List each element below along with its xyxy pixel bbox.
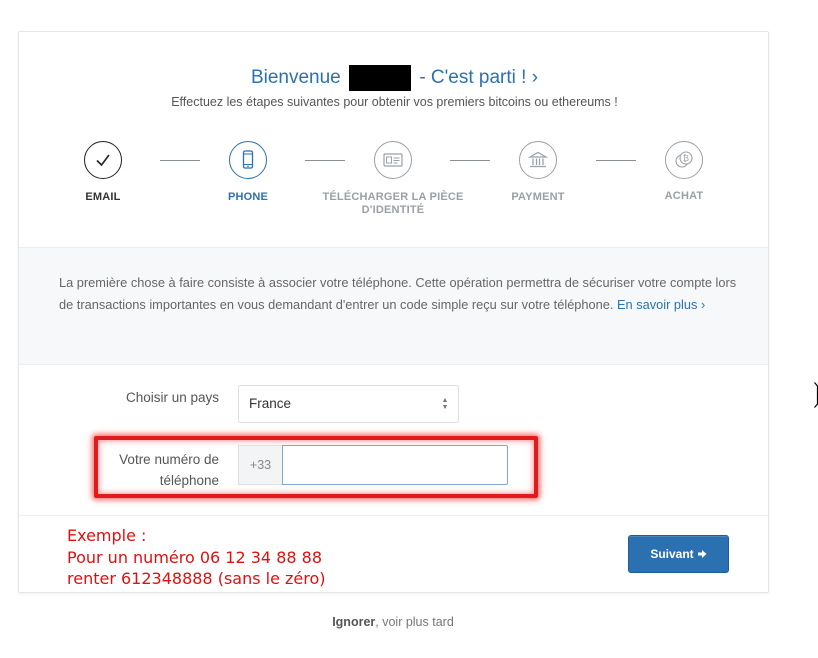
example-annotation-line1: Exemple : <box>67 526 147 545</box>
bank-icon <box>527 151 549 168</box>
step-connector <box>596 160 636 161</box>
id-card-icon <box>383 153 403 167</box>
step-id-upload-label-line1: TÉLÉCHARGER LA PIÈCE <box>322 191 464 203</box>
example-annotation-line3: renter 612348888 (sans le zéro) <box>67 569 326 588</box>
phone-label: Votre numéro de téléphone <box>91 449 219 491</box>
skip-link-bold: Ignorer <box>332 615 376 629</box>
learn-more-link[interactable]: En savoir plus › <box>617 297 705 312</box>
step-id-upload-label-line2: D'IDENTITÉ <box>361 204 425 216</box>
progress-steps: EMAIL PHONE TÉLÉCHARGER LA PIÈCE D'IDENT… <box>19 140 768 220</box>
phone-icon <box>242 150 254 169</box>
skip-link-rest: , voir plus tard <box>375 615 454 629</box>
step-email-label: EMAIL <box>85 191 121 203</box>
svg-text:₿: ₿ <box>683 154 689 163</box>
step-connector <box>450 160 490 161</box>
example-annotation-line2: Pour un numéro 06 12 34 88 88 <box>67 547 322 567</box>
example-annotation: Exemple : Pour un numéro 06 12 34 88 88 … <box>67 525 326 590</box>
phone-input[interactable] <box>282 445 508 485</box>
select-arrows-icon: ▲ ▼ <box>441 397 449 411</box>
step-connector <box>160 160 200 161</box>
step-connector <box>305 160 345 161</box>
check-icon <box>96 154 110 167</box>
phone-label-line2: téléphone <box>159 473 219 488</box>
step-payment <box>519 141 557 179</box>
country-label: Choisir un pays <box>125 390 219 405</box>
onboarding-card: Bienvenue - C'est parti ! › Effectuez le… <box>18 31 769 593</box>
page-title: Bienvenue - C'est parti ! › <box>19 65 768 91</box>
footer-divider <box>19 515 768 516</box>
step-email <box>84 141 122 179</box>
mouse-cursor-icon <box>814 382 818 408</box>
arrow-right-icon <box>697 550 707 558</box>
page-subtitle: Effectuez les étapes suivantes pour obte… <box>171 95 618 109</box>
step-phone-label: PHONE <box>227 191 269 203</box>
phone-label-line1: Votre numéro de <box>119 452 219 467</box>
title-prefix: Bienvenue <box>250 67 341 88</box>
next-button[interactable]: Suivant <box>628 535 729 573</box>
info-section: La première chose à faire consiste à ass… <box>19 247 768 365</box>
title-suffix: - C'est parti ! › <box>419 67 539 88</box>
info-text: La première chose à faire consiste à ass… <box>59 272 739 315</box>
step-purchase-label: ACHAT <box>664 190 704 202</box>
redacted-username <box>349 65 412 91</box>
next-button-label: Suivant <box>650 547 694 561</box>
step-id-upload <box>374 141 412 179</box>
phone-prefix: +33 <box>238 445 282 485</box>
step-phone <box>229 141 267 179</box>
bitcoin-coin-icon: ₿ <box>675 151 693 168</box>
step-payment-label: PAYMENT <box>511 191 565 203</box>
country-select[interactable]: France ▲ ▼ <box>238 385 459 423</box>
country-select-value: France <box>249 396 292 411</box>
step-id-upload-label: TÉLÉCHARGER LA PIÈCE D'IDENTITÉ <box>313 191 473 217</box>
skip-link[interactable]: Ignorer, voir plus tard <box>0 615 786 629</box>
step-purchase: ₿ <box>665 141 703 179</box>
